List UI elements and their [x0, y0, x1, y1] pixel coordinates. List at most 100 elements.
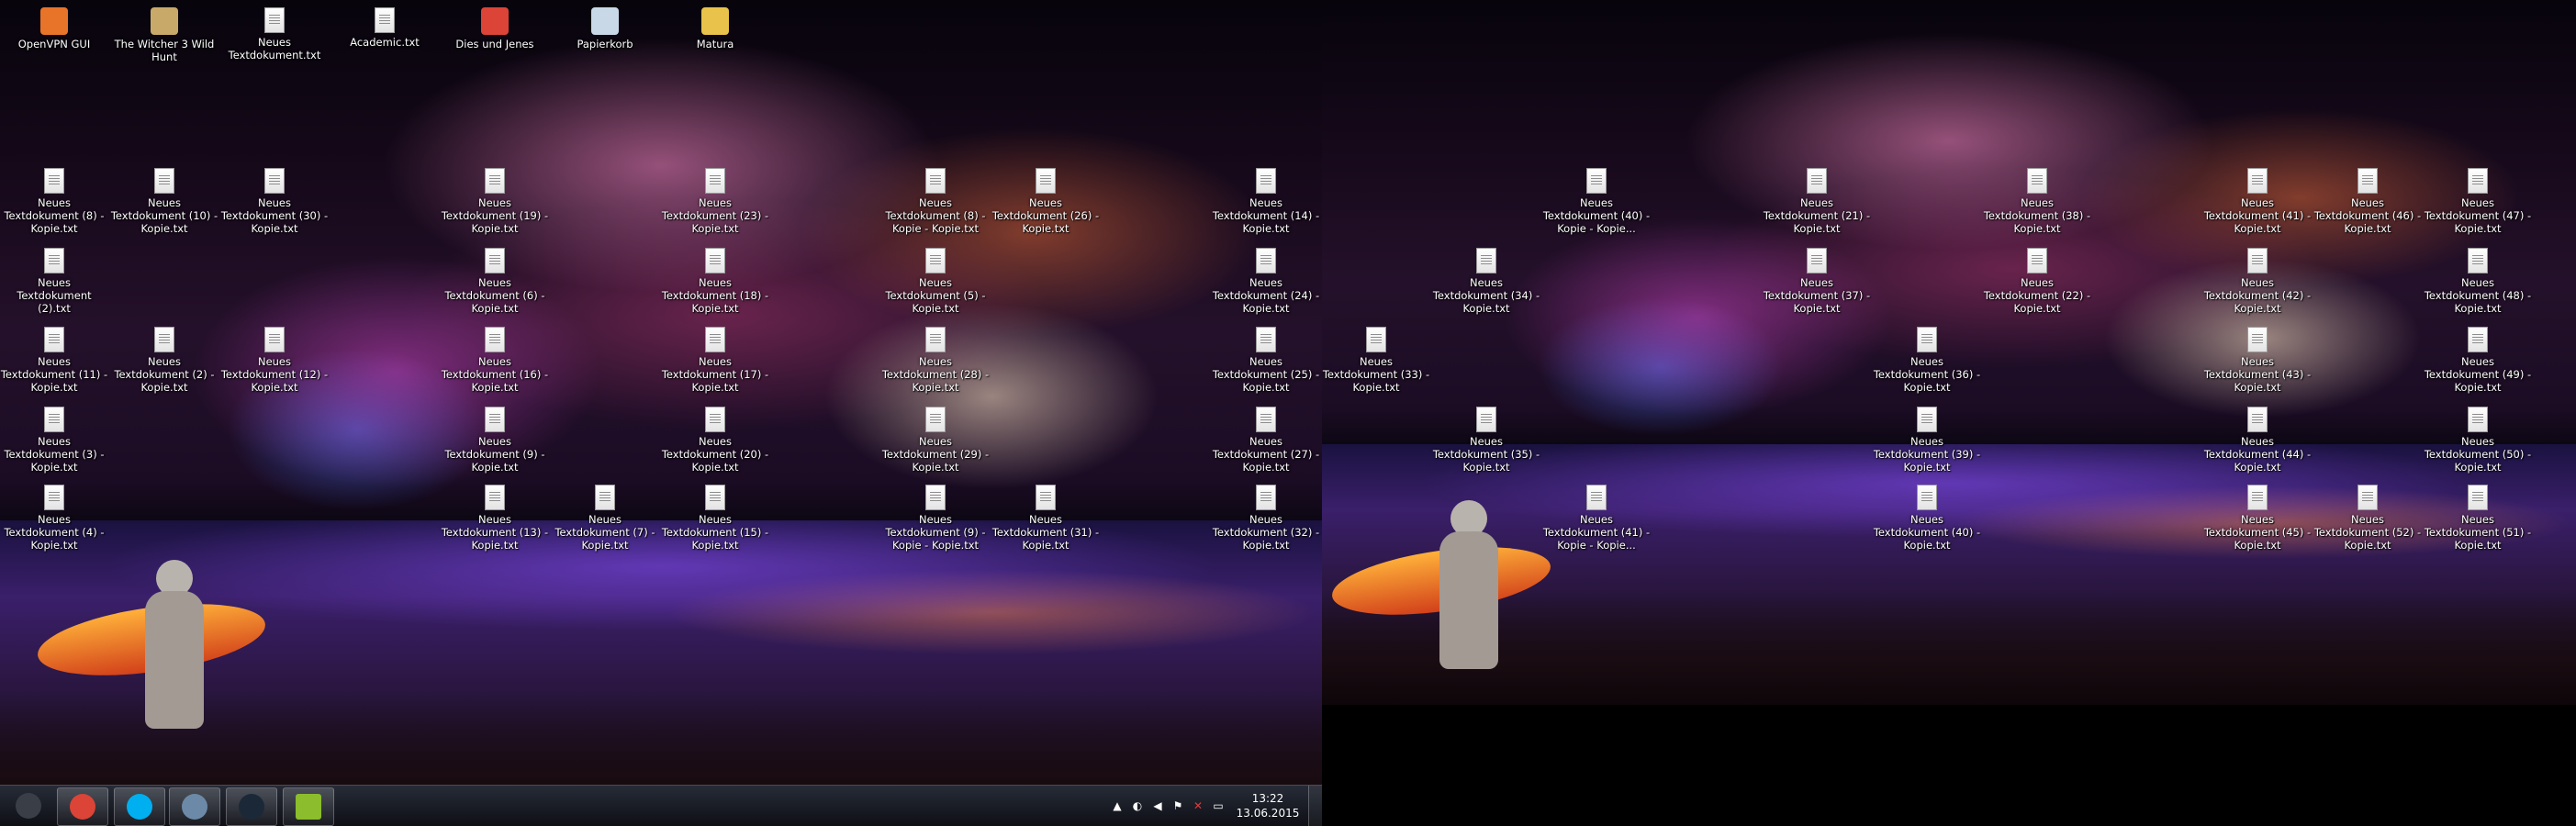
show-desktop-button[interactable]: [1308, 786, 1322, 826]
start-orb-taskbar-button[interactable]: [4, 787, 53, 824]
desktop-icon[interactable]: Neues Textdokument (27) - Kopie.txt: [1212, 407, 1320, 474]
game-icon: [296, 794, 321, 820]
desktop-icon[interactable]: Neues Textdokument (12) - Kopie.txt: [220, 327, 329, 394]
desktop-icon[interactable]: Neues Textdokument (2) - Kopie.txt: [110, 327, 218, 394]
desktop-icon[interactable]: Neues Textdokument (21) - Kopie.txt: [1763, 168, 1871, 235]
desktop-icon[interactable]: Neues Textdokument.txt: [220, 7, 329, 61]
desktop-icon[interactable]: OpenVPN GUI: [0, 7, 108, 50]
desktop-icon[interactable]: Neues Textdokument (23) - Kopie.txt: [661, 168, 769, 235]
desktop-icon[interactable]: Neues Textdokument (15) - Kopie.txt: [661, 485, 769, 552]
desktop-icon[interactable]: Neues Textdokument (18) - Kopie.txt: [661, 248, 769, 315]
desktop-icon[interactable]: Neues Textdokument (2).txt: [0, 248, 108, 315]
text-file-icon: [44, 248, 64, 273]
desktop-icon[interactable]: Neues Textdokument (9) - Kopie - Kopie.t…: [881, 485, 990, 552]
display-icon[interactable]: ▭: [1211, 798, 1226, 813]
desktop-icon[interactable]: Neues Textdokument (25) - Kopie.txt: [1212, 327, 1320, 394]
desktop-icon[interactable]: Neues Textdokument (50) - Kopie.txt: [2424, 407, 2532, 474]
desktop-icon[interactable]: Neues Textdokument (7) - Kopie.txt: [551, 485, 659, 552]
media-taskbar-button[interactable]: [169, 787, 220, 826]
desktop-icon[interactable]: Neues Textdokument (30) - Kopie.txt: [220, 168, 329, 235]
desktop-icon[interactable]: Dies und Jenes: [441, 7, 549, 50]
steam-taskbar-button[interactable]: [226, 787, 277, 826]
desktop-icon[interactable]: Neues Textdokument (4) - Kopie.txt: [0, 485, 108, 552]
desktop-icon[interactable]: Neues Textdokument (31) - Kopie.txt: [991, 485, 1100, 552]
secondary-desktop[interactable]: Neues Textdokument (40) - Kopie - Kopie.…: [1322, 0, 2576, 705]
text-file-icon: [2468, 168, 2488, 194]
desktop-icon[interactable]: Neues Textdokument (45) - Kopie.txt: [2203, 485, 2312, 552]
text-file-icon: [2358, 168, 2378, 194]
desktop-icon[interactable]: Matura: [661, 7, 769, 50]
desktop-icon[interactable]: Neues Textdokument (3) - Kopie.txt: [0, 407, 108, 474]
desktop-icon[interactable]: The Witcher 3 Wild Hunt: [110, 7, 218, 63]
desktop-icon[interactable]: Neues Textdokument (8) - Kopie - Kopie.t…: [881, 168, 990, 235]
text-file-icon: [2247, 168, 2268, 194]
unused-screen-area: [1322, 705, 2576, 826]
desktop-icon[interactable]: Neues Textdokument (24) - Kopie.txt: [1212, 248, 1320, 315]
game-taskbar-button[interactable]: [283, 787, 334, 826]
desktop-icon[interactable]: Neues Textdokument (13) - Kopie.txt: [441, 485, 549, 552]
desktop-icon[interactable]: Neues Textdokument (41) - Kopie - Kopie.…: [1542, 485, 1651, 552]
text-file-icon: [1586, 485, 1607, 510]
power-icon[interactable]: ✕: [1191, 798, 1205, 813]
desktop-icon[interactable]: Papierkorb: [551, 7, 659, 50]
desktop-icon[interactable]: Neues Textdokument (44) - Kopie.txt: [2203, 407, 2312, 474]
desktop-icon[interactable]: Neues Textdokument (14) - Kopie.txt: [1212, 168, 1320, 235]
desktop-icon[interactable]: Neues Textdokument (52) - Kopie.txt: [2313, 485, 2422, 552]
desktop-icon[interactable]: Neues Textdokument (40) - Kopie - Kopie.…: [1542, 168, 1651, 235]
desktop-icon[interactable]: Neues Textdokument (28) - Kopie.txt: [881, 327, 990, 394]
desktop-icon[interactable]: Neues Textdokument (26) - Kopie.txt: [991, 168, 1100, 235]
desktop-icon[interactable]: Neues Textdokument (9) - Kopie.txt: [441, 407, 549, 474]
desktop-icon[interactable]: Neues Textdokument (34) - Kopie.txt: [1432, 248, 1540, 315]
primary-desktop[interactable]: OpenVPN GUI The Witcher 3 Wild Hunt Neues …: [0, 0, 1322, 826]
desktop-icon[interactable]: Neues Textdokument (33) - Kopie.txt: [1322, 327, 1430, 394]
text-file-icon: [2468, 407, 2488, 432]
text-file-icon: [2247, 327, 2268, 352]
skype-taskbar-button[interactable]: [114, 787, 165, 826]
desktop-icon[interactable]: Neues Textdokument (42) - Kopie.txt: [2203, 248, 2312, 315]
desktop-icon[interactable]: Neues Textdokument (17) - Kopie.txt: [661, 327, 769, 394]
desktop-icon[interactable]: Neues Textdokument (39) - Kopie.txt: [1873, 407, 1981, 474]
desktop-icon[interactable]: Neues Textdokument (29) - Kopie.txt: [881, 407, 990, 474]
desktop-icon[interactable]: Neues Textdokument (11) - Kopie.txt: [0, 327, 108, 394]
tray-expand-icon[interactable]: ▲: [1110, 798, 1125, 813]
desktop-icon-label: Neues Textdokument (25) - Kopie.txt: [1212, 355, 1320, 394]
desktop-icon[interactable]: Neues Textdokument (49) - Kopie.txt: [2424, 327, 2532, 394]
desktop-icon[interactable]: Neues Textdokument (48) - Kopie.txt: [2424, 248, 2532, 315]
desktop-icon[interactable]: Neues Textdokument (16) - Kopie.txt: [441, 327, 549, 394]
text-file-icon: [705, 485, 725, 510]
desktop-icon-label: Neues Textdokument (2) - Kopie.txt: [114, 355, 215, 394]
desktop-icon[interactable]: Neues Textdokument (8) - Kopie.txt: [0, 168, 108, 235]
desktop-icon[interactable]: Neues Textdokument (43) - Kopie.txt: [2203, 327, 2312, 394]
volume-icon[interactable]: ◀: [1150, 798, 1165, 813]
desktop-icon[interactable]: Neues Textdokument (37) - Kopie.txt: [1763, 248, 1871, 315]
desktop-icon[interactable]: Neues Textdokument (19) - Kopie.txt: [441, 168, 549, 235]
desktop-icon[interactable]: Neues Textdokument (10) - Kopie.txt: [110, 168, 218, 235]
clock[interactable]: 13:22 13.06.2015: [1236, 791, 1300, 820]
desktop-icon[interactable]: Neues Textdokument (46) - Kopie.txt: [2313, 168, 2422, 235]
network-icon[interactable]: ◐: [1130, 798, 1145, 813]
desktop-icon[interactable]: Neues Textdokument (22) - Kopie.txt: [1983, 248, 2091, 315]
desktop-icon[interactable]: Neues Textdokument (32) - Kopie.txt: [1212, 485, 1320, 552]
text-file-icon: [154, 327, 174, 352]
chrome-taskbar-button[interactable]: [57, 787, 108, 826]
desktop-icon-label: Neues Textdokument (9) - Kopie.txt: [444, 435, 545, 474]
clock-time: 13:22: [1251, 792, 1284, 805]
desktop-icon[interactable]: Neues Textdokument (47) - Kopie.txt: [2424, 168, 2532, 235]
desktop-icon-label: Neues Textdokument (6) - Kopie.txt: [444, 276, 545, 315]
desktop-icon[interactable]: Neues Textdokument (40) - Kopie.txt: [1873, 485, 1981, 552]
desktop-icon[interactable]: Neues Textdokument (36) - Kopie.txt: [1873, 327, 1981, 394]
desktop-icon[interactable]: Neues Textdokument (35) - Kopie.txt: [1432, 407, 1540, 474]
desktop-icon-label: Neues Textdokument (2).txt: [17, 276, 92, 315]
desktop-icon[interactable]: Neues Textdokument (6) - Kopie.txt: [441, 248, 549, 315]
desktop-icon[interactable]: Neues Textdokument (5) - Kopie.txt: [881, 248, 990, 315]
skype-icon: [127, 794, 152, 820]
steam-icon: [239, 794, 264, 820]
desktop-icon[interactable]: Academic.txt: [330, 7, 439, 49]
desktop-icon[interactable]: Neues Textdokument (41) - Kopie.txt: [2203, 168, 2312, 235]
desktop-icon[interactable]: Neues Textdokument (38) - Kopie.txt: [1983, 168, 2091, 235]
desktop-icon-label: Neues Textdokument (4) - Kopie.txt: [4, 513, 105, 552]
action-center-icon[interactable]: ⚑: [1170, 798, 1185, 813]
desktop-icon[interactable]: Neues Textdokument (51) - Kopie.txt: [2424, 485, 2532, 552]
desktop-icon-label: Neues Textdokument (30) - Kopie.txt: [220, 196, 329, 235]
desktop-icon[interactable]: Neues Textdokument (20) - Kopie.txt: [661, 407, 769, 474]
